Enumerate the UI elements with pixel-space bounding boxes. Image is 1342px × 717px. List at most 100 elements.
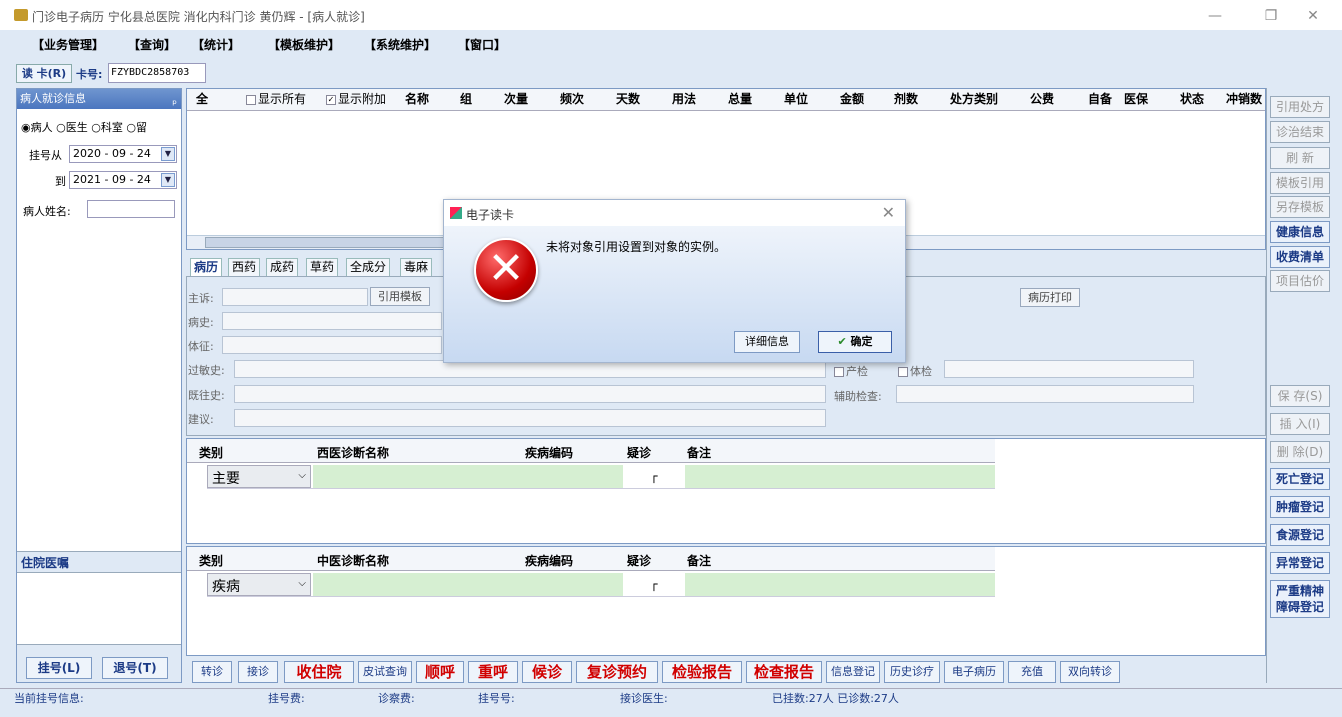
finish-button[interactable]: 诊治结束 <box>1270 121 1330 143</box>
aux-exam-input[interactable] <box>896 385 1194 403</box>
menu-system[interactable]: 【系统维护】 <box>364 36 436 53</box>
chevron-down-icon[interactable]: ⌵ <box>298 470 306 481</box>
close-button[interactable]: ✕ <box>1298 6 1328 26</box>
physical-checkbox[interactable]: 体检 <box>898 363 932 379</box>
col-dose: 次量 <box>504 92 529 106</box>
tcm-name-cell[interactable] <box>313 573 519 596</box>
chevron-down-icon[interactable]: ▼ <box>161 147 175 161</box>
minimize-button[interactable]: — <box>1200 6 1230 26</box>
recharge-button[interactable]: 充值 <box>1008 661 1056 683</box>
radio-other[interactable]: ○ <box>126 121 136 134</box>
ref-prescription-button[interactable]: 引用处方 <box>1270 96 1330 118</box>
insert-button[interactable]: 插 入(I) <box>1270 413 1330 435</box>
col-rx-type: 处方类别 <box>950 92 999 106</box>
info-register-button[interactable]: 信息登记 <box>826 661 880 683</box>
unregister-button[interactable]: 退号(T) <box>102 657 168 679</box>
call-next-button[interactable]: 顺呼 <box>416 661 464 683</box>
tcm-suspect-checkbox[interactable]: ┌ <box>623 573 685 596</box>
health-info-button[interactable]: 健康信息 <box>1270 221 1330 243</box>
tcm-note-cell[interactable] <box>685 573 995 596</box>
chief-complaint-input[interactable] <box>222 288 368 306</box>
save-template-button[interactable]: 另存模板 <box>1270 196 1330 218</box>
tab-narcotic[interactable]: 毒麻 <box>400 258 433 277</box>
suspect-checkbox[interactable]: ┌ <box>623 465 685 488</box>
tcm-code-cell[interactable] <box>519 573 623 596</box>
radio-dept-label: 科室 <box>100 121 123 134</box>
tab-patent[interactable]: 成药 <box>266 258 299 277</box>
reg-to-date[interactable]: 2021 - 09 - 24 ▼ <box>69 171 177 189</box>
chevron-down-icon[interactable]: ▼ <box>161 173 175 187</box>
admit-button[interactable]: 收住院 <box>284 661 354 683</box>
western-diagnosis-grid[interactable]: 类别 西医诊断名称 疾病编码 疑诊 备注 主要 ⌵ ┌ <box>186 438 1266 544</box>
radio-doctor[interactable]: ○ <box>56 121 66 134</box>
followup-button[interactable]: 复诊预约 <box>576 661 658 683</box>
charge-list-button[interactable]: 收费清单 <box>1270 246 1330 268</box>
menu-window[interactable]: 【窗口】 <box>458 36 506 53</box>
select-all-column[interactable]: 全 <box>196 90 208 107</box>
pin-icon[interactable]: ₚ <box>172 91 177 111</box>
restore-button[interactable]: ❐ <box>1256 6 1286 26</box>
save-button[interactable]: 保 存(S) <box>1270 385 1330 407</box>
diagnosis-code-cell[interactable] <box>519 465 623 488</box>
abnormal-register-button[interactable]: 异常登记 <box>1270 552 1330 574</box>
chevron-down-icon[interactable]: ⌵ <box>298 578 306 589</box>
exam-report-button[interactable]: 检查报告 <box>746 661 822 683</box>
refresh-button[interactable]: 刷 新 <box>1270 147 1330 169</box>
mental-register-button[interactable]: 严重精神障碍登记 <box>1270 580 1330 618</box>
prenatal-checkbox[interactable]: 产检 <box>834 363 868 379</box>
show-extra-checkbox[interactable]: ✓ 显示附加 <box>326 90 386 107</box>
detail-button[interactable]: 详细信息 <box>734 331 800 353</box>
patient-name-input[interactable] <box>87 200 175 218</box>
recall-button[interactable]: 重呼 <box>468 661 518 683</box>
scrollbar-thumb[interactable] <box>205 237 445 248</box>
tcm-diagnosis-grid[interactable]: 类别 中医诊断名称 疾病编码 疑诊 备注 疾病 ⌵ ┌ <box>186 546 1266 656</box>
diagnosis-type-select[interactable]: 主要 ⌵ <box>207 465 311 488</box>
tab-record[interactable]: 病历 <box>190 258 223 277</box>
menu-template[interactable]: 【模板维护】 <box>268 36 340 53</box>
waiting-button[interactable]: 候诊 <box>522 661 572 683</box>
diagnosis-note-cell[interactable] <box>685 465 995 488</box>
table-row[interactable]: 疾病 ⌵ ┌ <box>207 573 995 597</box>
accept-button[interactable]: 接诊 <box>238 661 278 683</box>
tab-herbal[interactable]: 草药 <box>306 258 339 277</box>
ok-button[interactable]: ✔ 确定 <box>818 331 892 353</box>
col-writeoff: 冲销数 <box>1226 92 1263 106</box>
menu-business[interactable]: 【业务管理】 <box>32 36 104 53</box>
history-input[interactable] <box>222 312 442 330</box>
card-number-field[interactable]: FZYBDC2858703 <box>108 63 206 83</box>
transfer-button[interactable]: 转诊 <box>192 661 232 683</box>
register-button[interactable]: 挂号(L) <box>26 657 92 679</box>
tcm-type-select[interactable]: 疾病 ⌵ <box>207 573 311 596</box>
tab-western[interactable]: 西药 <box>228 258 261 277</box>
exam-input[interactable] <box>222 336 442 354</box>
referral-button[interactable]: 双向转诊 <box>1060 661 1120 683</box>
tumor-register-button[interactable]: 肿瘤登记 <box>1270 496 1330 518</box>
history-button[interactable]: 历史诊疗 <box>884 661 940 683</box>
delete-button[interactable]: 删 除(D) <box>1270 441 1330 463</box>
template-ref-button[interactable]: 模板引用 <box>1270 172 1330 194</box>
estimate-button[interactable]: 项目估价 <box>1270 270 1330 292</box>
lab-report-button[interactable]: 检验报告 <box>662 661 742 683</box>
advice-input[interactable] <box>234 409 826 427</box>
skin-test-button[interactable]: 皮试查询 <box>358 661 412 683</box>
diagnosis-name-cell[interactable] <box>313 465 519 488</box>
ref-template-button[interactable]: 引用模板 <box>370 287 430 306</box>
tab-components[interactable]: 全成分 <box>346 258 391 277</box>
foodborne-register-button[interactable]: 食源登记 <box>1270 524 1330 546</box>
read-card-button[interactable]: 读 卡(R) <box>16 64 72 83</box>
death-register-button[interactable]: 死亡登记 <box>1270 468 1330 490</box>
patient-panel: 病人就诊信息 ₚ ◉病人 ○医生 ○科室 ○留 挂号从 2020 - 09 - … <box>16 88 182 683</box>
radio-patient[interactable]: ◉ <box>21 121 31 134</box>
emr-button[interactable]: 电子病历 <box>944 661 1004 683</box>
show-all-checkbox[interactable]: 显示所有 <box>246 90 306 107</box>
menu-statistics[interactable]: 【统计】 <box>192 36 240 53</box>
menu-query[interactable]: 【查询】 <box>128 36 176 53</box>
print-record-button[interactable]: 病历打印 <box>1020 288 1080 307</box>
past-history-input[interactable] <box>234 385 826 403</box>
reg-from-date[interactable]: 2020 - 09 - 24 ▼ <box>69 145 177 163</box>
patient-panel-title: 病人就诊信息 <box>20 92 86 105</box>
close-icon[interactable]: ✕ <box>882 203 895 222</box>
table-row[interactable]: 主要 ⌵ ┌ <box>207 465 995 489</box>
radio-dept[interactable]: ○ <box>91 121 101 134</box>
checkup-input[interactable] <box>944 360 1194 378</box>
